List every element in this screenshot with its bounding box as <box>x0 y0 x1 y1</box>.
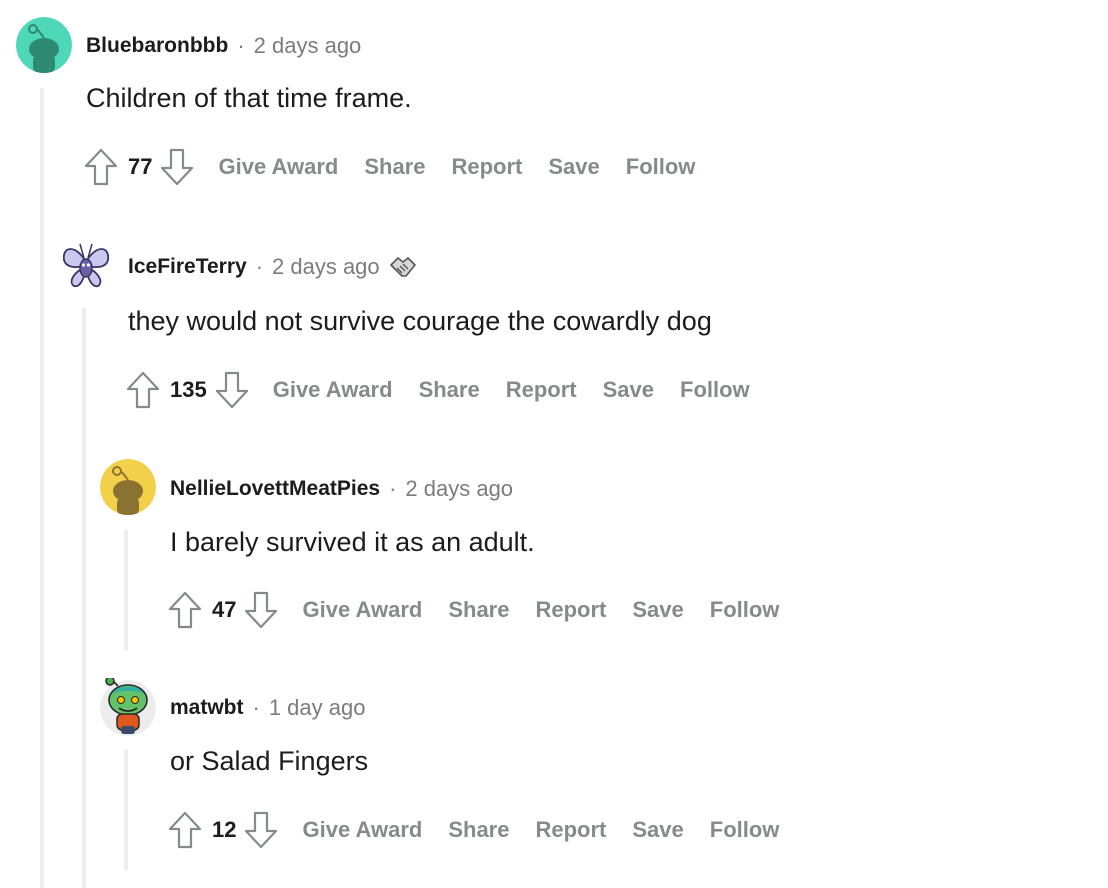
downvote-button[interactable] <box>213 370 251 410</box>
avatar[interactable] <box>100 676 156 736</box>
save-button[interactable]: Save <box>632 597 683 623</box>
zombie-snoo-avatar-icon <box>100 676 156 736</box>
thread-line-level-3b[interactable] <box>124 750 128 870</box>
comment-body: they would not survive courage the cowar… <box>128 306 712 336</box>
comment-meta: NellieLovettMeatPies · 2 days ago <box>170 474 513 504</box>
downvote-arrow-icon <box>215 371 248 409</box>
comment-body: or Salad Fingers <box>170 746 369 776</box>
meta-separator: · <box>389 476 397 501</box>
meta-separator: · <box>252 695 260 720</box>
meta-separator: · <box>255 254 264 279</box>
upvote-button[interactable] <box>166 590 204 630</box>
upvote-arrow-icon <box>168 811 202 849</box>
author-link[interactable]: matwbt <box>170 696 244 720</box>
upvote-button[interactable] <box>82 147 120 187</box>
comment-body: Children of that time frame. <box>86 83 412 113</box>
report-button[interactable]: Report <box>451 154 522 180</box>
avatar[interactable] <box>100 459 156 515</box>
share-button[interactable]: Share <box>448 817 509 843</box>
thread-line-level-1[interactable] <box>40 88 44 888</box>
follow-button[interactable]: Follow <box>710 817 780 843</box>
report-button[interactable]: Report <box>535 597 606 623</box>
meta-separator: · <box>237 33 245 58</box>
comment-meta: matwbt · 1 day ago <box>170 693 365 723</box>
author-link[interactable]: NellieLovettMeatPies <box>170 477 380 501</box>
give-award-button[interactable]: Give Award <box>273 377 393 403</box>
comment-body: I barely survived it as an adult. <box>170 527 535 557</box>
downvote-arrow-icon <box>245 591 278 629</box>
comment-actions: 12 Give Award Share Report Save Follow <box>166 810 779 850</box>
vote-score: 77 <box>128 154 153 179</box>
report-button[interactable]: Report <box>535 817 606 843</box>
vote-score: 47 <box>212 597 237 622</box>
share-button[interactable]: Share <box>364 154 425 180</box>
author-link[interactable]: Bluebaronbbb <box>86 34 228 58</box>
avatar[interactable] <box>16 17 72 73</box>
upvote-arrow-icon <box>168 591 202 629</box>
follow-button[interactable]: Follow <box>626 154 696 180</box>
share-button[interactable]: Share <box>419 377 480 403</box>
downvote-button[interactable] <box>242 590 280 630</box>
downvote-arrow-icon <box>161 148 194 186</box>
author-link[interactable]: IceFireTerry <box>128 255 247 279</box>
timestamp[interactable]: 2 days ago <box>405 476 513 502</box>
comment-actions: 77 Give Award Share Report Save Follow <box>82 147 695 187</box>
share-button[interactable]: Share <box>448 597 509 623</box>
timestamp[interactable]: 2 days ago <box>254 33 362 59</box>
upvote-arrow-icon <box>84 148 118 186</box>
follow-button[interactable]: Follow <box>710 597 780 623</box>
thread-line-level-2[interactable] <box>82 308 86 888</box>
follow-button[interactable]: Follow <box>680 377 750 403</box>
give-award-button[interactable]: Give Award <box>302 597 422 623</box>
timestamp[interactable]: 1 day ago <box>269 695 366 721</box>
report-button[interactable]: Report <box>506 377 577 403</box>
snoo-avatar-icon <box>100 459 156 515</box>
upvote-arrow-icon <box>126 371 160 409</box>
vote-score: 135 <box>170 377 207 402</box>
upvote-button[interactable] <box>124 370 162 410</box>
comment-actions: 47 Give Award Share Report Save Follow <box>166 590 779 630</box>
save-button[interactable]: Save <box>632 817 683 843</box>
snoo-avatar-icon <box>16 17 72 73</box>
downvote-arrow-icon <box>245 811 278 849</box>
timestamp[interactable]: 2 days ago <box>272 254 380 280</box>
thread-line-level-3a[interactable] <box>124 530 128 650</box>
downvote-button[interactable] <box>242 810 280 850</box>
handshake-award-icon[interactable] <box>388 252 418 282</box>
save-button[interactable]: Save <box>548 154 599 180</box>
avatar[interactable] <box>58 238 114 294</box>
butterfly-avatar-icon <box>63 243 109 288</box>
give-award-button[interactable]: Give Award <box>302 817 422 843</box>
comment-meta: Bluebaronbbb · 2 days ago <box>86 31 361 61</box>
vote-score: 12 <box>212 817 237 842</box>
comment-actions: 135 Give Award Share Report Save Follow <box>124 370 750 410</box>
upvote-button[interactable] <box>166 810 204 850</box>
downvote-button[interactable] <box>158 147 196 187</box>
give-award-button[interactable]: Give Award <box>218 154 338 180</box>
comment-meta: IceFireTerry · 2 days ago <box>128 252 418 282</box>
save-button[interactable]: Save <box>603 377 654 403</box>
